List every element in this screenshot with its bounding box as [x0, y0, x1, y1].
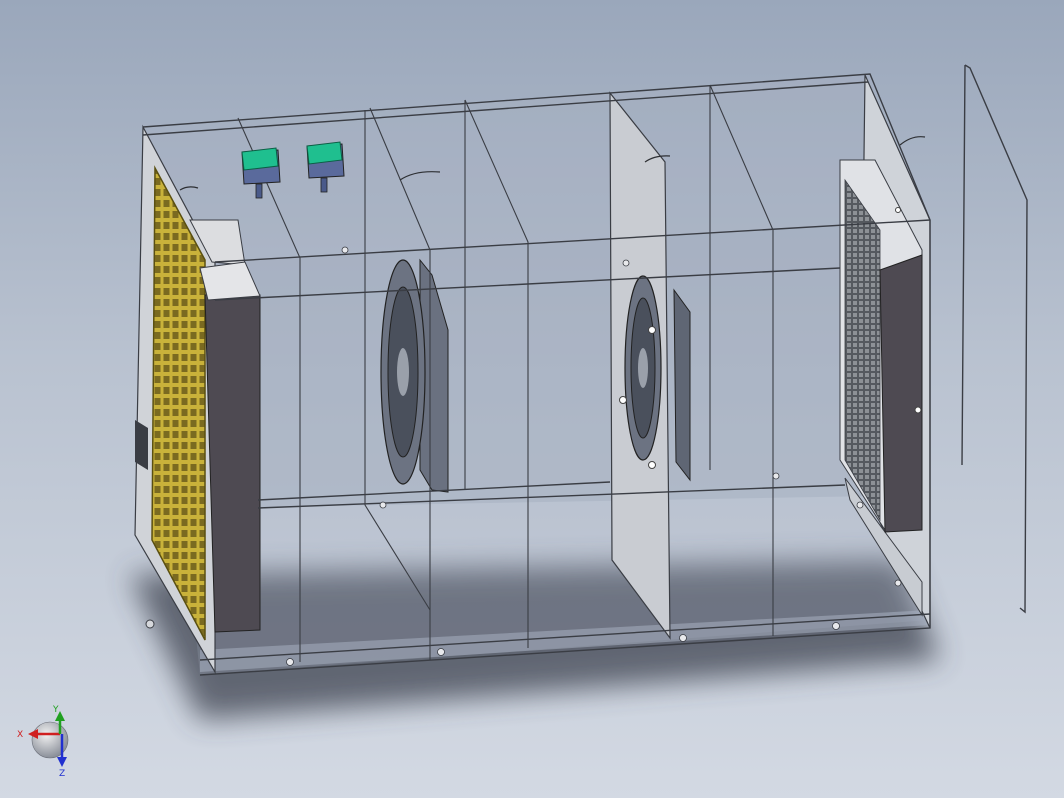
triad-y-label: Y: [52, 705, 59, 715]
triad-x-label: X: [17, 730, 23, 740]
triad-z-label: Z: [59, 769, 65, 779]
enclosure-assembly-model[interactable]: X Y Z: [0, 0, 1064, 798]
cooling-fan-1: [380, 258, 449, 493]
cad-viewport[interactable]: X Y Z: [0, 0, 1064, 798]
orientation-triad: X Y Z: [17, 705, 69, 779]
detached-side-panel: [961, 64, 1028, 614]
